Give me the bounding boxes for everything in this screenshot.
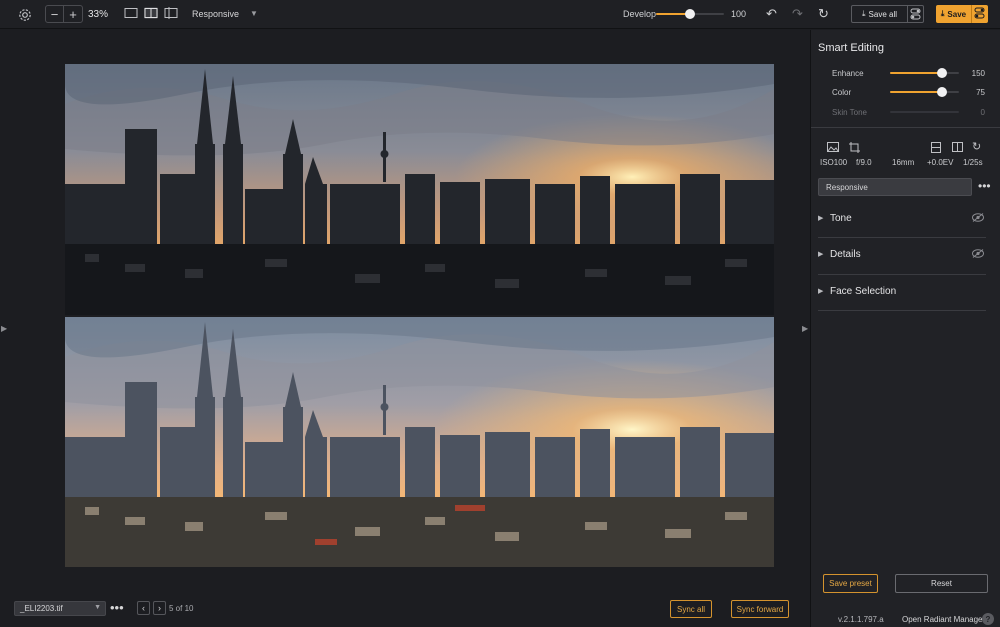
file-name: _ELI2203.tif	[20, 604, 63, 613]
expand-arrow-icon: ▶	[818, 288, 824, 295]
visibility-eye-icon[interactable]	[972, 213, 984, 225]
top-toolbar: − + 33% Responsive ▼ Develop 100 ↶ ↷ ↻ ⤓…	[0, 0, 1000, 29]
zoom-out-button[interactable]: −	[46, 6, 64, 22]
previous-image-button[interactable]: ‹	[137, 601, 150, 615]
image-canvas: ▶ ▶	[0, 30, 810, 616]
skin-tone-value: 0	[980, 108, 985, 117]
save-label: Save	[947, 9, 967, 19]
photo-before	[65, 64, 774, 315]
enhance-slider-handle[interactable]	[936, 68, 947, 78]
split-view-icon[interactable]	[164, 7, 178, 19]
color-slider-handle[interactable]	[936, 87, 947, 97]
download-icon: ⤓	[861, 9, 866, 18]
flip-horizontal-icon[interactable]	[952, 142, 963, 155]
skin-tone-label: Skin Tone	[832, 108, 867, 117]
bottom-bar: _ELI2203.tif ▼ ••• ‹ › 5 of 10 Sync all …	[0, 597, 810, 627]
chevron-down-icon: ▼	[94, 604, 101, 611]
develop-slider-handle[interactable]	[685, 9, 695, 19]
shutter-speed-value: 1/25s	[963, 158, 983, 167]
photo-after	[65, 317, 774, 567]
develop-value: 100	[731, 9, 747, 19]
panel-more-button[interactable]: •••	[978, 179, 991, 193]
panel-preset-dropdown[interactable]: Responsive	[818, 178, 972, 196]
zoom-level: 33%	[88, 9, 109, 20]
divider	[818, 237, 986, 238]
sync-all-button[interactable]: Sync all	[670, 600, 712, 618]
crop-icon[interactable]	[849, 142, 860, 156]
save-all-button[interactable]: ⤓ Save all	[851, 5, 908, 23]
rotate-icon[interactable]: ↻	[972, 140, 981, 153]
redo-icon[interactable]: ↷	[791, 6, 804, 21]
aperture-value: f/9.0	[856, 158, 872, 167]
page-indicator: 5 of 10	[169, 604, 194, 613]
develop-slider[interactable]	[656, 9, 724, 19]
color-slider[interactable]	[890, 87, 959, 97]
file-dropdown[interactable]: _ELI2203.tif ▼	[14, 601, 106, 616]
reset-icon[interactable]: ↻	[817, 6, 830, 21]
zoom-in-button[interactable]: +	[64, 6, 82, 22]
preset-dropdown[interactable]: Responsive	[192, 9, 239, 19]
view-mode-group	[124, 7, 178, 19]
enhance-value: 150	[971, 69, 985, 78]
details-label: Details	[830, 249, 861, 260]
side-by-side-view-icon[interactable]	[144, 7, 158, 19]
download-icon: ⤓	[940, 9, 945, 18]
panel-title: Smart Editing	[818, 42, 885, 54]
develop-label: Develop	[623, 9, 657, 19]
save-preset-button[interactable]: Save preset	[823, 574, 878, 593]
file-more-button[interactable]: •••	[110, 600, 124, 615]
skin-tone-slider[interactable]	[890, 111, 959, 113]
color-value: 75	[976, 88, 985, 97]
expand-arrow-icon: ▶	[818, 251, 824, 258]
save-button[interactable]: ⤓ Save	[936, 5, 971, 23]
expand-arrow-icon: ▶	[818, 215, 824, 222]
chevron-down-icon[interactable]: ▼	[250, 9, 258, 18]
face-selection-label: Face Selection	[830, 286, 897, 297]
save-all-options-toggle-icon[interactable]	[907, 5, 924, 23]
save-all-label: Save all	[868, 9, 897, 19]
divider	[811, 127, 1000, 128]
exposure-comp-value: +0.0EV	[927, 158, 954, 167]
image-icon[interactable]	[827, 142, 839, 155]
single-view-icon[interactable]	[124, 7, 138, 19]
flip-vertical-icon[interactable]	[931, 142, 941, 156]
version-text: v.2.1.1.797.a	[838, 615, 884, 624]
next-image-button[interactable]: ›	[153, 601, 166, 615]
visibility-eye-icon[interactable]	[972, 249, 984, 261]
undo-icon[interactable]: ↶	[765, 6, 778, 21]
focal-length-value: 16mm	[892, 158, 915, 167]
divider	[818, 274, 986, 275]
settings-gear-icon[interactable]	[17, 7, 32, 22]
help-icon[interactable]: ?	[982, 613, 994, 625]
iso-value: ISO100	[820, 158, 848, 167]
divider	[818, 310, 986, 311]
open-radiant-manager-link[interactable]: Open Radiant Manager	[902, 615, 985, 624]
color-label: Color	[832, 88, 852, 97]
sync-forward-button[interactable]: Sync forward	[731, 600, 789, 618]
save-options-toggle-icon[interactable]	[971, 5, 988, 23]
zoom-controls: − +	[45, 5, 83, 23]
reset-button[interactable]: Reset	[895, 574, 988, 593]
enhance-slider[interactable]	[890, 68, 959, 78]
tone-label: Tone	[830, 213, 852, 224]
history-controls: ↶ ↷ ↻	[765, 6, 830, 21]
expand-left-icon[interactable]: ▶	[1, 324, 7, 333]
smart-editing-panel: Smart Editing Enhance 150 Color 75 Skin …	[810, 30, 1000, 627]
expand-right-icon[interactable]: ▶	[802, 324, 808, 333]
enhance-label: Enhance	[832, 69, 864, 78]
